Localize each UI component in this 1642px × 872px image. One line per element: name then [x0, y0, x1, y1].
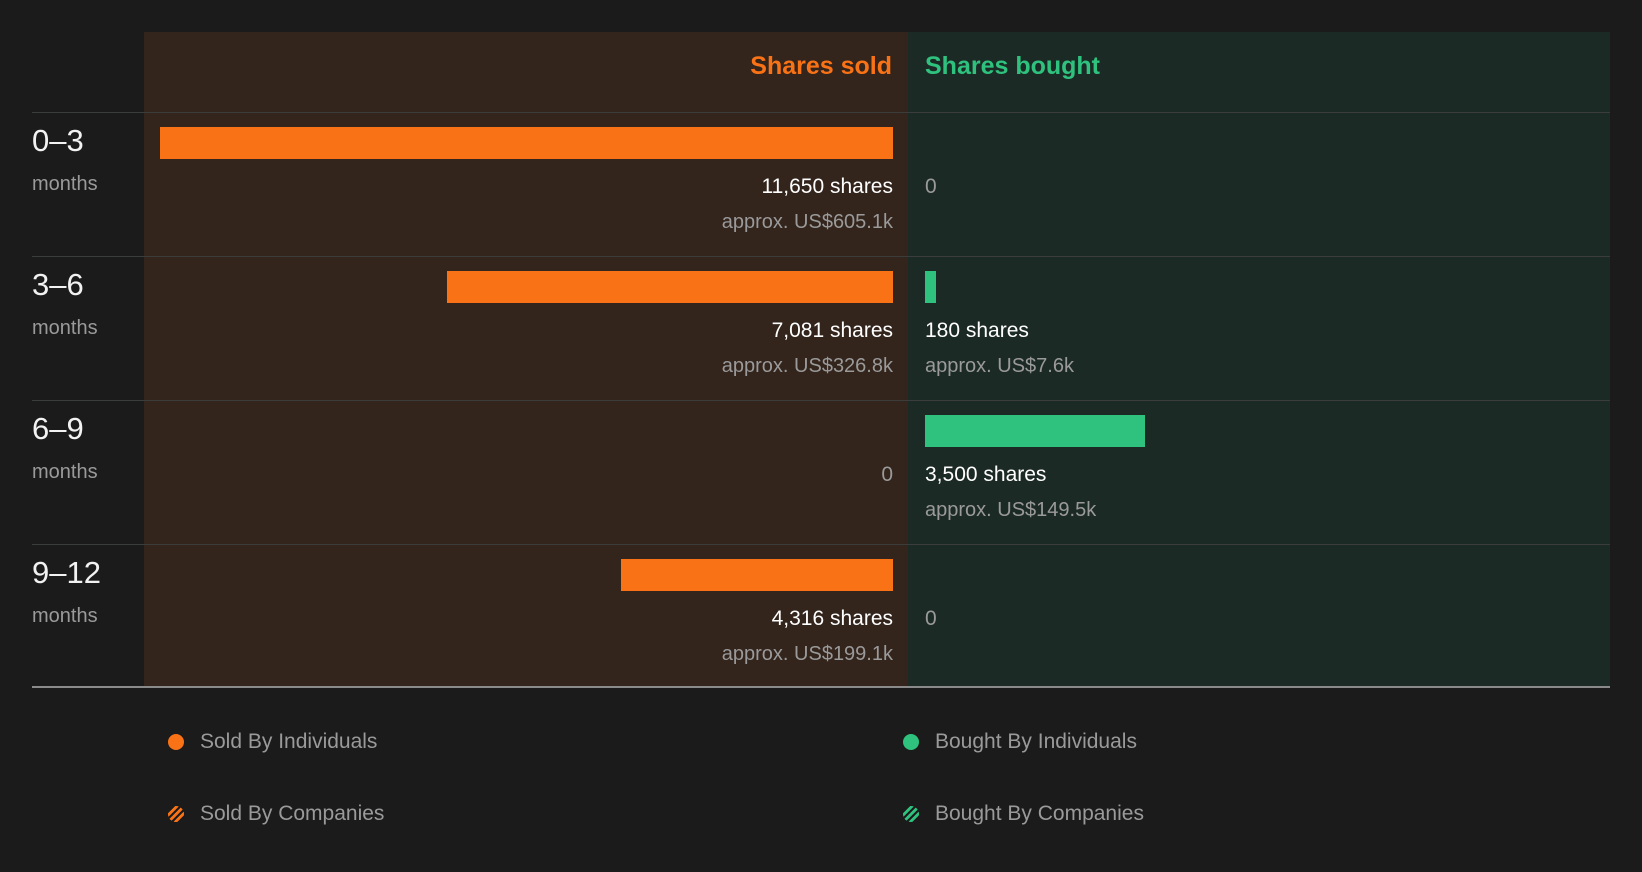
legend-bought-solid-swatch-icon [903, 734, 919, 750]
legend-sold-solid-swatch-icon [168, 734, 184, 750]
shares-sold-header: Shares sold [750, 52, 892, 80]
bought-value-label: approx. US$149.5k [925, 499, 1097, 521]
period-range-label: 0–3 [32, 123, 84, 158]
shares-bought-header: Shares bought [925, 52, 1101, 80]
sold-value-label: approx. US$605.1k [721, 211, 893, 233]
sold-zero-label: 0 [881, 463, 893, 486]
period-unit-label: months [32, 317, 98, 339]
period-unit-label: months [32, 461, 98, 483]
bought-value-label: approx. US$7.6k [925, 355, 1074, 377]
bought-bar [925, 415, 1146, 447]
chart-row: 9–12 months 4,316 shares approx. US$199.1k 0 [0, 545, 1642, 689]
chart-row: 3–6 months 7,081 shares approx. US$326.8k 18… [0, 257, 1642, 401]
period-unit-label: months [32, 605, 98, 627]
legend-label: Bought By Individuals [935, 730, 1137, 753]
sold-shares-label: 11,650 shares [761, 175, 893, 198]
bought-shares-label: 180 shares [925, 319, 1029, 342]
sold-value-label: approx. US$199.1k [721, 643, 893, 665]
period-range-label: 9–12 [32, 555, 101, 590]
sold-bar [160, 127, 893, 159]
legend-label: Sold By Individuals [200, 730, 378, 753]
legend-item: Sold By Individuals [168, 730, 377, 754]
legend-item: Bought By Companies [903, 802, 1144, 826]
legend-label: Sold By Companies [200, 802, 385, 825]
period-range-label: 6–9 [32, 411, 84, 446]
sold-value-label: approx. US$326.8k [721, 355, 893, 377]
sold-shares-label: 7,081 shares [771, 319, 893, 342]
legend-label: Bought By Companies [935, 802, 1144, 825]
bought-shares-label: 3,500 shares [925, 463, 1047, 486]
legend-bought-hatched-swatch-icon [903, 806, 919, 822]
legend: Sold By Individuals Bought By Individuals… [0, 730, 1642, 870]
insider-trading-chart: Shares sold Shares bought 0–3 months 11,65… [0, 0, 1642, 700]
chart-row: 0–3 months 11,650 shares approx. US$605.1k 0 [0, 113, 1642, 257]
period-unit-label: months [32, 173, 98, 195]
sold-shares-label: 4,316 shares [771, 607, 893, 630]
bought-bar [925, 271, 937, 303]
legend-item: Bought By Individuals [903, 730, 1137, 754]
period-range-label: 3–6 [32, 267, 84, 302]
bought-zero-label: 0 [925, 175, 937, 198]
chart-row: 6–9 months 0 3,500 shares approx. US$149.5k [0, 401, 1642, 545]
legend-sold-hatched-swatch-icon [168, 806, 184, 822]
sold-bar [447, 271, 893, 303]
chart-baseline [32, 686, 1610, 688]
legend-item: Sold By Companies [168, 802, 384, 826]
sold-bar [621, 559, 893, 591]
bought-zero-label: 0 [925, 607, 937, 630]
